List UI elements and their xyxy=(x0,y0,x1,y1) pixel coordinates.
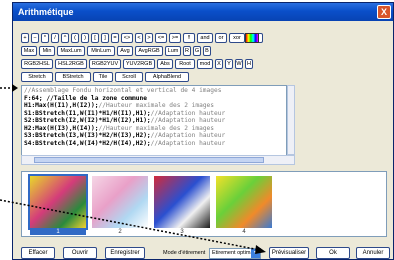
arrow-head-editor xyxy=(12,84,18,92)
arrow-head-preview xyxy=(255,245,266,254)
arrow-line-preview xyxy=(0,199,261,251)
annotation-arrows xyxy=(0,84,266,254)
